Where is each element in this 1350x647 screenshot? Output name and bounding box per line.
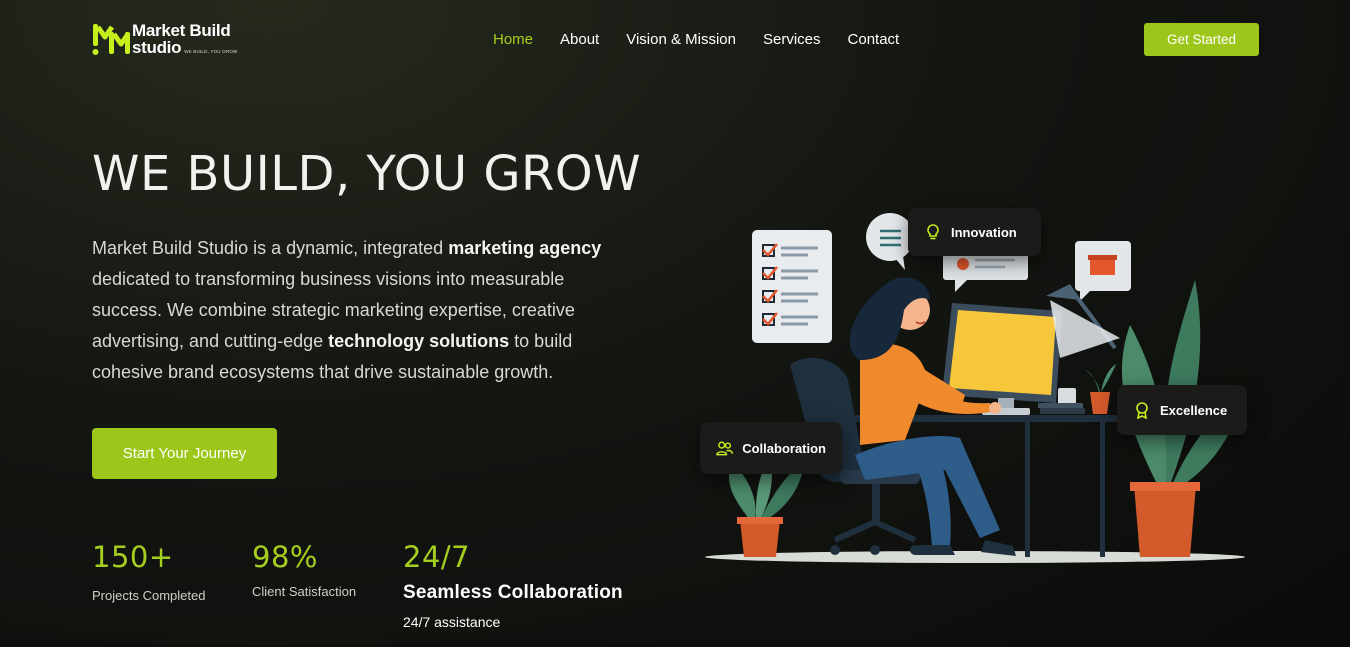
- hero-desc-highlight-1: marketing agency: [448, 238, 602, 258]
- chat-bubble-icon: [866, 213, 914, 270]
- stat-label: Projects Completed: [92, 588, 206, 603]
- stat-projects: 150+ Projects Completed: [92, 540, 205, 603]
- stat-title: Seamless Collaboration: [403, 582, 623, 603]
- hero-desc-highlight-2: technology solutions: [328, 331, 510, 351]
- nav-home[interactable]: Home: [493, 31, 533, 48]
- nav-about[interactable]: About: [560, 31, 599, 48]
- nav-contact[interactable]: Contact: [848, 31, 900, 48]
- stat-value: 24/7: [403, 540, 471, 574]
- hero-illustration: Innovation Excellence Collaboration: [690, 200, 1260, 580]
- stat-label: Client Satisfaction: [252, 584, 357, 599]
- brand-name-line2: studio: [132, 38, 182, 57]
- hero-desc-text-1: Market Build Studio is a dynamic, integr…: [92, 238, 449, 258]
- box-card-icon: [1075, 241, 1131, 301]
- excellence-label: Excellence: [1160, 402, 1228, 418]
- stat-satisfaction: 98% Client Satisfaction: [252, 540, 356, 599]
- collaboration-label: Collaboration: [742, 440, 826, 456]
- nav-vision-mission[interactable]: Vision & Mission: [626, 31, 736, 48]
- get-started-button[interactable]: Get Started: [1144, 23, 1259, 56]
- collaboration-badge: Collaboration: [700, 422, 842, 474]
- award-icon: [1136, 402, 1148, 419]
- start-journey-button[interactable]: Start Your Journey: [92, 428, 277, 479]
- logo-mark-icon: [92, 24, 130, 55]
- hero-title: WE BUILD, YOU GROW: [92, 146, 642, 202]
- stat-collaboration: 24/7 Seamless Collaboration 24/7 assista…: [403, 540, 623, 630]
- innovation-badge: Innovation: [908, 208, 1041, 256]
- brand-logo[interactable]: Market Build studio WE BUILD, YOU GROW: [92, 22, 237, 56]
- desk-plant: [1086, 364, 1116, 414]
- nav-services[interactable]: Services: [763, 31, 821, 48]
- message-card-icon: [943, 250, 1028, 292]
- stat-label: 24/7 assistance: [403, 614, 501, 630]
- brand-tagline: WE BUILD, YOU GROW: [184, 49, 238, 54]
- checklist-icon: [752, 230, 832, 343]
- brand-name-line1: Market Build: [132, 21, 231, 40]
- stat-value: 150+: [92, 540, 174, 574]
- excellence-badge: Excellence: [1117, 385, 1247, 435]
- stat-value: 98%: [252, 540, 318, 574]
- books: [1038, 403, 1083, 408]
- users-icon: [716, 441, 733, 456]
- innovation-label: Innovation: [951, 224, 1017, 240]
- main-nav: Home About Vision & Mission Services Con…: [493, 31, 899, 48]
- bulb-icon: [927, 224, 939, 240]
- hero-description: Market Build Studio is a dynamic, integr…: [92, 233, 632, 388]
